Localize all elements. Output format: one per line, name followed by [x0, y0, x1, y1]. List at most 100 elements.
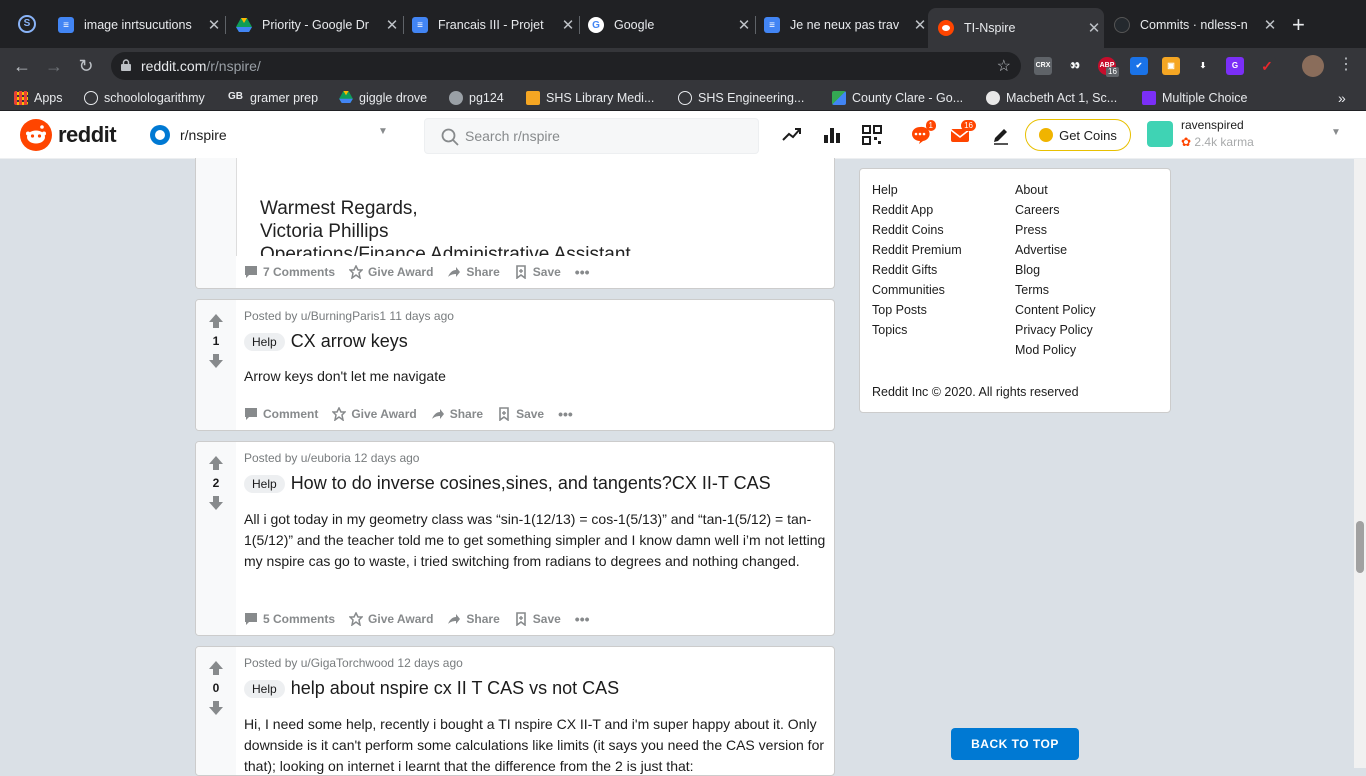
browser-tab[interactable]: ≡ Francais III - Projet ✕	[402, 8, 578, 42]
search-bar[interactable]	[424, 118, 759, 154]
upvote-arrow-icon[interactable]	[206, 312, 226, 330]
footer-link-communities[interactable]: Communities	[872, 283, 945, 297]
grammarly-extension-icon[interactable]: G	[1226, 57, 1244, 75]
comments-button[interactable]: 7 Comments	[244, 265, 335, 279]
get-coins-button[interactable]: Get Coins	[1025, 119, 1131, 151]
profile-avatar[interactable]	[1302, 55, 1324, 77]
flair-badge[interactable]: Help	[244, 332, 285, 351]
browser-tab[interactable]: ≡ image inrtsucutions ✕	[48, 8, 224, 42]
close-tab-icon[interactable]: ✕	[204, 16, 224, 34]
back-arrow-icon[interactable]: ←	[10, 54, 34, 78]
footer-link-mod-policy[interactable]: Mod Policy	[1015, 343, 1076, 357]
bookmark-item[interactable]: schoolologarithmy	[84, 88, 205, 108]
qr-code-icon[interactable]	[862, 125, 882, 145]
save-button[interactable]: Save	[514, 612, 561, 626]
bookmark-item[interactable]: Macbeth Act 1, Sc...	[986, 88, 1117, 108]
footer-link-reddit-coins[interactable]: Reddit Coins	[872, 223, 944, 237]
scrollbar-track[interactable]	[1354, 159, 1366, 768]
comments-button[interactable]: 5 Comments	[244, 612, 335, 626]
post-title-row[interactable]: Help How to do inverse cosines,sines, and…	[244, 473, 771, 494]
upvote-arrow-icon[interactable]	[206, 659, 226, 677]
give-award-button[interactable]: Give Award	[349, 265, 433, 279]
inbox-icon[interactable]: 16	[950, 120, 976, 145]
give-award-button[interactable]: Give Award	[332, 407, 417, 421]
trending-icon[interactable]	[782, 125, 802, 145]
close-tab-icon[interactable]: ✕	[558, 16, 578, 34]
close-tab-icon[interactable]: ✕	[1260, 16, 1280, 34]
downvote-arrow-icon[interactable]	[206, 699, 226, 717]
eyes-extension-icon[interactable]: 👀	[1066, 57, 1084, 75]
more-options-icon[interactable]: •••	[558, 406, 573, 422]
user-menu[interactable]: ravenspired ✿ 2.4k karma ▼	[1147, 117, 1347, 153]
close-tab-icon[interactable]: ✕	[734, 16, 754, 34]
post-title[interactable]: How to do inverse cosines,sines, and tan…	[291, 473, 771, 493]
reddit-wordmark[interactable]: reddit	[58, 122, 117, 148]
address-bar[interactable]: reddit.com/r/nspire/ ☆	[111, 52, 1021, 80]
community-selector[interactable]: r/nspire ▼	[148, 118, 398, 152]
post-title-row[interactable]: Help CX arrow keys	[244, 331, 408, 352]
footer-link-privacy-policy[interactable]: Privacy Policy	[1015, 323, 1093, 337]
browser-tab[interactable]: G Google ✕	[578, 8, 754, 42]
box-extension-icon[interactable]: ▣	[1162, 57, 1180, 75]
bookmark-item[interactable]: giggle drove	[339, 88, 427, 108]
chat-icon[interactable]: 1	[910, 120, 936, 145]
bookmark-item[interactable]: Multiple Choice	[1142, 88, 1247, 108]
stats-icon[interactable]	[822, 125, 842, 145]
check-extension-icon[interactable]: ✔	[1130, 57, 1148, 75]
reload-icon[interactable]: ↻	[74, 54, 98, 78]
downvote-arrow-icon[interactable]	[206, 494, 226, 512]
browser-tab-active[interactable]: TI-Nspire ✕	[928, 8, 1104, 48]
footer-link-topics[interactable]: Topics	[872, 323, 907, 337]
search-input[interactable]	[465, 128, 735, 144]
save-button[interactable]: Save	[497, 407, 544, 421]
upvote-arrow-icon[interactable]	[206, 454, 226, 472]
profile-icon[interactable]: S	[18, 15, 36, 33]
footer-link-reddit-app[interactable]: Reddit App	[872, 203, 933, 217]
browser-tab[interactable]: Commits · ndless-n ✕	[1104, 8, 1280, 42]
scrollbar-thumb[interactable]	[1356, 521, 1364, 573]
footer-link-reddit-premium[interactable]: Reddit Premium	[872, 243, 962, 257]
footer-link-careers[interactable]: Careers	[1015, 203, 1059, 217]
save-button[interactable]: Save	[514, 265, 561, 279]
footer-link-top-posts[interactable]: Top Posts	[872, 303, 927, 317]
share-button[interactable]: Share	[447, 612, 500, 626]
bookmarks-overflow-icon[interactable]: »	[1338, 88, 1346, 108]
new-tab-icon[interactable]: +	[1292, 12, 1305, 38]
bookmark-apps[interactable]: Apps	[14, 88, 63, 108]
browser-tab[interactable]: Priority - Google Dr ✕	[226, 8, 402, 42]
post-title-row[interactable]: Help help about nspire cx II T CAS vs not…	[244, 678, 619, 699]
footer-link-reddit-gifts[interactable]: Reddit Gifts	[872, 263, 937, 277]
downvote-arrow-icon[interactable]	[206, 352, 226, 370]
bookmark-item[interactable]: GB gramer prep	[228, 88, 318, 108]
footer-link-content-policy[interactable]: Content Policy	[1015, 303, 1096, 317]
browser-tab[interactable]: ≡ Je ne neux pas trav ✕	[754, 8, 930, 42]
forward-arrow-icon[interactable]: →	[42, 54, 66, 78]
post-card[interactable]: 0 Posted by u/GigaTorchwood 12 days ago …	[195, 646, 835, 776]
footer-link-blog[interactable]: Blog	[1015, 263, 1040, 277]
footer-link-terms[interactable]: Terms	[1015, 283, 1049, 297]
flair-badge[interactable]: Help	[244, 474, 285, 493]
footer-link-help[interactable]: Help	[872, 183, 898, 197]
reddit-logo-icon[interactable]	[20, 119, 52, 151]
give-award-button[interactable]: Give Award	[349, 612, 433, 626]
download-extension-icon[interactable]: ⬇	[1194, 57, 1212, 75]
post-title[interactable]: CX arrow keys	[291, 331, 408, 351]
flair-badge[interactable]: Help	[244, 679, 285, 698]
footer-link-press[interactable]: Press	[1015, 223, 1047, 237]
footer-link-about[interactable]: About	[1015, 183, 1048, 197]
bookmark-item[interactable]: pg124	[449, 88, 504, 108]
crx-extension-icon[interactable]: CRX	[1034, 57, 1052, 75]
footer-link-advertise[interactable]: Advertise	[1015, 243, 1067, 257]
comments-button[interactable]: Comment	[244, 407, 318, 421]
more-options-icon[interactable]: •••	[575, 611, 590, 627]
bookmark-item[interactable]: County Clare - Go...	[832, 88, 963, 108]
post-image[interactable]: Warmest Regards, Victoria Phillips Opera…	[236, 158, 834, 256]
close-tab-icon[interactable]: ✕	[382, 16, 402, 34]
share-button[interactable]: Share	[447, 265, 500, 279]
checkmark-extension-icon[interactable]: ✓	[1258, 57, 1276, 75]
post-title[interactable]: help about nspire cx II T CAS vs not CAS	[291, 678, 620, 698]
more-options-icon[interactable]: •••	[575, 264, 590, 280]
share-button[interactable]: Share	[431, 407, 483, 421]
bookmark-star-icon[interactable]: ☆	[997, 56, 1011, 76]
menu-dots-icon[interactable]: ⋮	[1338, 54, 1354, 74]
